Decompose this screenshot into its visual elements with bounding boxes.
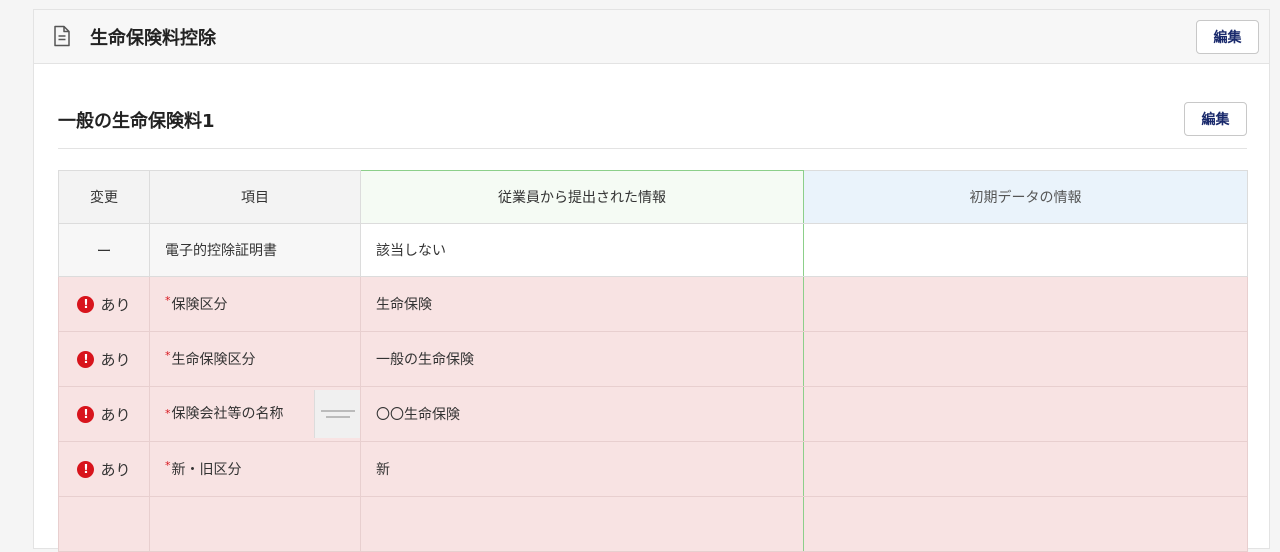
employee-value: 該当しない (360, 223, 804, 277)
item-cell (149, 496, 361, 552)
change-value: あり (100, 295, 131, 314)
section-title: 一般の生命保険料1 (58, 111, 215, 132)
item-cell: *保険区分 (149, 276, 361, 332)
header-item: 項目 (149, 170, 361, 224)
alert-icon: ! (77, 460, 95, 478)
item-label: 新・旧区分 (171, 462, 242, 478)
employee-value (360, 496, 804, 552)
required-marker: * (165, 459, 171, 472)
table-row: ! あり *保険区分 生命保険 (58, 276, 1248, 332)
initial-value (803, 441, 1248, 497)
employee-value: 一般の生命保険 (360, 331, 804, 387)
employee-value: 〇〇生命保険 (360, 386, 804, 442)
card-header: 生命保険料控除 編集 (34, 10, 1269, 64)
required-marker: * (165, 407, 171, 420)
life-insurance-deduction-card: 生命保険料控除 編集 一般の生命保険料1 編集 変更 項目 従業員から提出された… (33, 9, 1270, 552)
table-row: ! あり *新・旧区分 新 (58, 441, 1248, 497)
header-change: 変更 (58, 170, 150, 224)
initial-value (803, 223, 1248, 277)
change-value: あり (100, 460, 131, 479)
change-cell: ー (58, 223, 150, 277)
change-value: あり (100, 350, 131, 369)
change-cell: ! あり (58, 276, 150, 332)
table-row: ー 電子的控除証明書 該当しない (58, 223, 1248, 277)
table-row: ! あり *生命保険区分 一般の生命保険 (58, 331, 1248, 387)
item-cell: *生命保険区分 (149, 331, 361, 387)
required-marker: * (165, 349, 171, 362)
table-row: ! あり *保険会社等の名称 〇〇生命保険 (58, 386, 1248, 442)
change-value: ー (96, 241, 112, 260)
header-employee-info: 従業員から提出された情報 (360, 170, 804, 224)
alert-icon: ! (77, 405, 95, 423)
initial-value (803, 276, 1248, 332)
card-title: 生命保険料控除 (90, 28, 216, 49)
required-marker: * (165, 294, 171, 307)
change-cell (58, 496, 150, 552)
alert-icon: ! (77, 295, 95, 313)
section-edit-button[interactable]: 編集 (1184, 102, 1247, 136)
employee-value: 新 (360, 441, 804, 497)
change-cell: ! あり (58, 386, 150, 442)
alert-icon: ! (77, 350, 95, 368)
item-cell: *保険会社等の名称 (149, 386, 361, 442)
item-label: 保険区分 (171, 297, 228, 313)
item-cell: *新・旧区分 (149, 441, 361, 497)
item-label: 電子的控除証明書 (165, 243, 277, 259)
header-initial-data: 初期データの情報 (803, 170, 1248, 224)
table-header-row: 変更 項目 従業員から提出された情報 初期データの情報 (58, 170, 1248, 224)
initial-value (803, 496, 1248, 552)
document-icon (52, 25, 72, 51)
certificate-thumbnail[interactable] (314, 390, 360, 438)
card-edit-button[interactable]: 編集 (1196, 20, 1259, 54)
comparison-table: 変更 項目 従業員から提出された情報 初期データの情報 ー 電子的控除証明書 該… (58, 170, 1248, 552)
change-cell: ! あり (58, 441, 150, 497)
employee-value: 生命保険 (360, 276, 804, 332)
table-row (58, 496, 1248, 552)
initial-value (803, 386, 1248, 442)
item-label: 生命保険区分 (171, 352, 256, 368)
item-cell: 電子的控除証明書 (149, 223, 361, 277)
initial-value (803, 331, 1248, 387)
item-label: 保険会社等の名称 (171, 406, 284, 422)
change-cell: ! あり (58, 331, 150, 387)
change-value: あり (100, 405, 131, 424)
section-divider (58, 148, 1247, 149)
